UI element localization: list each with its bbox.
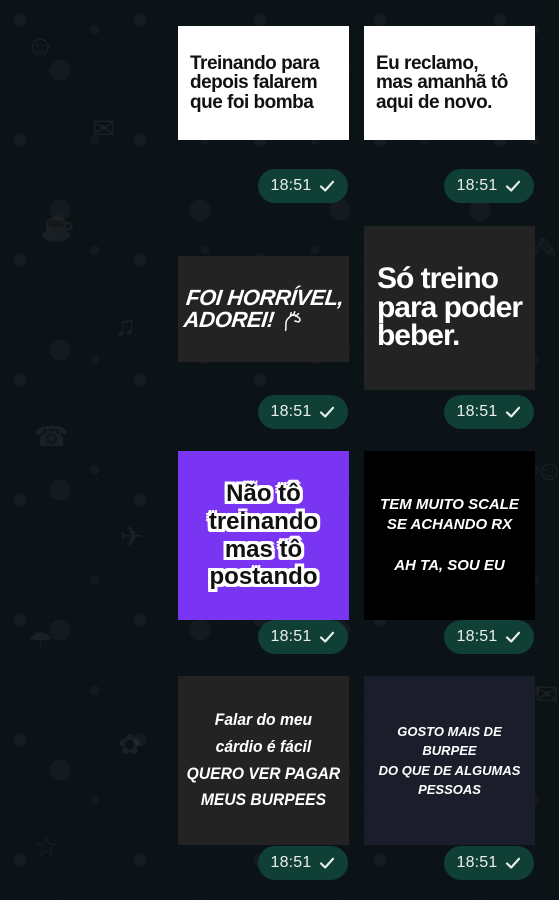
sticker-message[interactable]: GOSTO MAIS DE BURPEE DO QUE DE ALGUMAS P… xyxy=(364,676,535,845)
message-time: 18:51 xyxy=(456,854,498,871)
sticker-message[interactable]: TEM MUITO SCALE SE ACHANDO RX AH TA, SOU… xyxy=(364,451,535,620)
sticker-text: TEM MUITO SCALE SE ACHANDO RX AH TA, SOU… xyxy=(380,496,519,574)
message-time-stamp: 18:51 xyxy=(258,169,348,203)
check-icon xyxy=(505,857,520,869)
sticker-text: Treinando para depois falarem que foi bo… xyxy=(190,52,320,113)
message-time-stamp: 18:51 xyxy=(444,395,534,429)
check-icon xyxy=(319,406,334,418)
message-time: 18:51 xyxy=(456,628,498,645)
check-icon xyxy=(505,631,520,643)
message-time-stamp: 18:51 xyxy=(444,169,534,203)
message-time: 18:51 xyxy=(270,854,312,871)
hand-icon xyxy=(284,311,301,331)
check-icon xyxy=(505,180,520,192)
message-time-stamp: 18:51 xyxy=(258,846,348,880)
sticker-message[interactable]: Eu reclamo, mas amanhã tô aqui de novo. xyxy=(364,26,535,140)
message-time: 18:51 xyxy=(456,403,498,420)
check-icon xyxy=(505,406,520,418)
message-time: 18:51 xyxy=(270,628,312,645)
sticker-text: Não tô treinando mas tô postando xyxy=(208,479,319,591)
sticker-text: Falar do meu cárdio é fácil QUERO VER PA… xyxy=(186,709,341,810)
message-time-stamp: 18:51 xyxy=(258,395,348,429)
sticker-message[interactable]: FOI HORRÍVEL, ADOREI! xyxy=(178,256,349,362)
check-icon xyxy=(319,857,334,869)
check-icon xyxy=(319,180,334,192)
sticker-message[interactable]: Não tô treinando mas tô postando xyxy=(178,451,349,620)
message-time: 18:51 xyxy=(456,177,498,194)
check-icon xyxy=(319,631,334,643)
sticker-message[interactable]: Falar do meu cárdio é fácil QUERO VER PA… xyxy=(178,676,349,845)
message-time: 18:51 xyxy=(270,403,312,420)
message-time-stamp: 18:51 xyxy=(444,846,534,880)
sticker-text: GOSTO MAIS DE BURPEE DO QUE DE ALGUMAS P… xyxy=(378,724,521,797)
sticker-text: Eu reclamo, mas amanhã tô aqui de novo. xyxy=(376,52,508,113)
message-time-stamp: 18:51 xyxy=(258,620,348,654)
sticker-text: FOI HORRÍVEL, ADOREI! xyxy=(182,284,345,332)
sticker-text: Só treino para poder beber. xyxy=(376,262,523,353)
message-time: 18:51 xyxy=(270,177,312,194)
message-time-stamp: 18:51 xyxy=(444,620,534,654)
sticker-message[interactable]: Só treino para poder beber. xyxy=(364,226,535,390)
sticker-message[interactable]: Treinando para depois falarem que foi bo… xyxy=(178,26,349,140)
